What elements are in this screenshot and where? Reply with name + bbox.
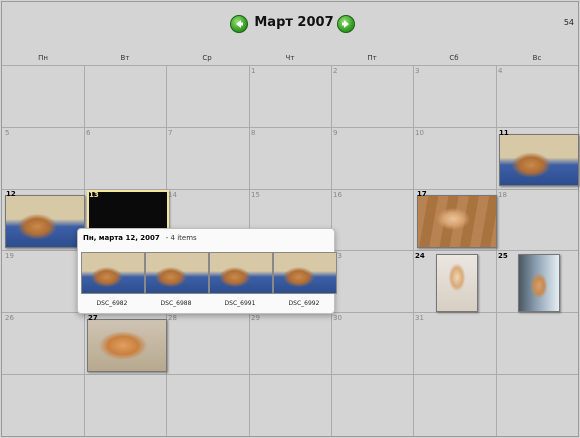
- weekday-wed: Ср: [202, 54, 212, 62]
- photo-thumbnail[interactable]: [87, 319, 167, 372]
- day-number: 11: [499, 129, 509, 137]
- day-number: 28: [168, 314, 177, 322]
- day-number: 2: [333, 67, 338, 75]
- day-number: 26: [5, 314, 14, 322]
- day-number: 9: [333, 129, 338, 137]
- day-number: 19: [5, 252, 14, 260]
- week-number: 54: [563, 18, 574, 27]
- weekday-fri: Пт: [367, 54, 377, 62]
- next-month-button[interactable]: [337, 15, 355, 33]
- day-number: 12: [6, 190, 16, 198]
- weekday-tue: Вт: [120, 54, 130, 62]
- prev-month-button[interactable]: [230, 15, 248, 33]
- day-number: 8: [251, 129, 256, 137]
- day-number: 24: [415, 252, 425, 260]
- day-number: 29: [251, 314, 260, 322]
- day-number: 15: [251, 191, 260, 199]
- day-number: 25: [498, 252, 508, 260]
- day-number: 14: [168, 191, 177, 199]
- popup-item-count: - 4 items: [165, 234, 197, 242]
- day-number: 30: [333, 314, 342, 322]
- photo-thumbnail[interactable]: [518, 254, 560, 312]
- day-number: 16: [333, 191, 342, 199]
- day-number: 5: [5, 129, 10, 137]
- day-number: 6: [86, 129, 91, 137]
- weekday-sat: Сб: [449, 54, 459, 62]
- weekday-header-row: Пн Вт Ср Чт Пт Сб Вс: [2, 54, 578, 65]
- popup-photo-label: DSC_6991: [224, 300, 256, 307]
- popup-photo-thumbnail[interactable]: [81, 252, 145, 294]
- day-number: 10: [415, 129, 424, 137]
- photo-thumbnail[interactable]: [436, 254, 478, 312]
- weekday-sun: Вс: [532, 54, 542, 62]
- popup-photo-label: DSC_6982: [96, 300, 128, 307]
- grid-line: [413, 65, 414, 436]
- day-number: 18: [498, 191, 507, 199]
- day-number: 17: [417, 190, 427, 198]
- calendar-header: Март 2007 54: [2, 2, 578, 48]
- grid-line: [496, 65, 497, 436]
- day-preview-popup: Пн, марта 12, 2007 - 4 items DSC_6982 DSC…: [77, 228, 337, 314]
- grid-line: [2, 127, 578, 128]
- arrow-left-icon: [236, 20, 243, 28]
- photo-thumbnail[interactable]: [417, 195, 497, 248]
- popup-photo-thumbnail[interactable]: [273, 252, 337, 294]
- popup-photo-label: DSC_6988: [160, 300, 192, 307]
- popup-date: Пн, марта 12, 2007: [83, 234, 160, 242]
- month-title: Март 2007: [254, 15, 334, 30]
- day-number: 4: [498, 67, 503, 75]
- calendar-window: Март 2007 54 Пн Вт Ср Чт Пт Сб Вс 1 2 3 …: [1, 1, 579, 437]
- arrow-right-icon: [342, 20, 349, 28]
- weekday-thu: Чт: [285, 54, 295, 62]
- day-number: 13: [89, 191, 99, 199]
- day-number: 31: [415, 314, 424, 322]
- day-number: 3: [415, 67, 420, 75]
- grid-line: [2, 374, 578, 375]
- day-number: 1: [251, 67, 256, 75]
- grid-line: [2, 65, 578, 66]
- popup-title: Пн, марта 12, 2007 - 4 items: [83, 234, 197, 242]
- popup-photo-thumbnail[interactable]: [145, 252, 209, 294]
- popup-photo-thumbnail[interactable]: [209, 252, 273, 294]
- photo-thumbnail[interactable]: [499, 134, 579, 186]
- photo-thumbnail[interactable]: [5, 195, 85, 248]
- popup-photo-label: DSC_6992: [288, 300, 320, 307]
- day-number: 27: [88, 314, 98, 322]
- weekday-mon: Пн: [38, 54, 48, 62]
- day-number: 7: [168, 129, 173, 137]
